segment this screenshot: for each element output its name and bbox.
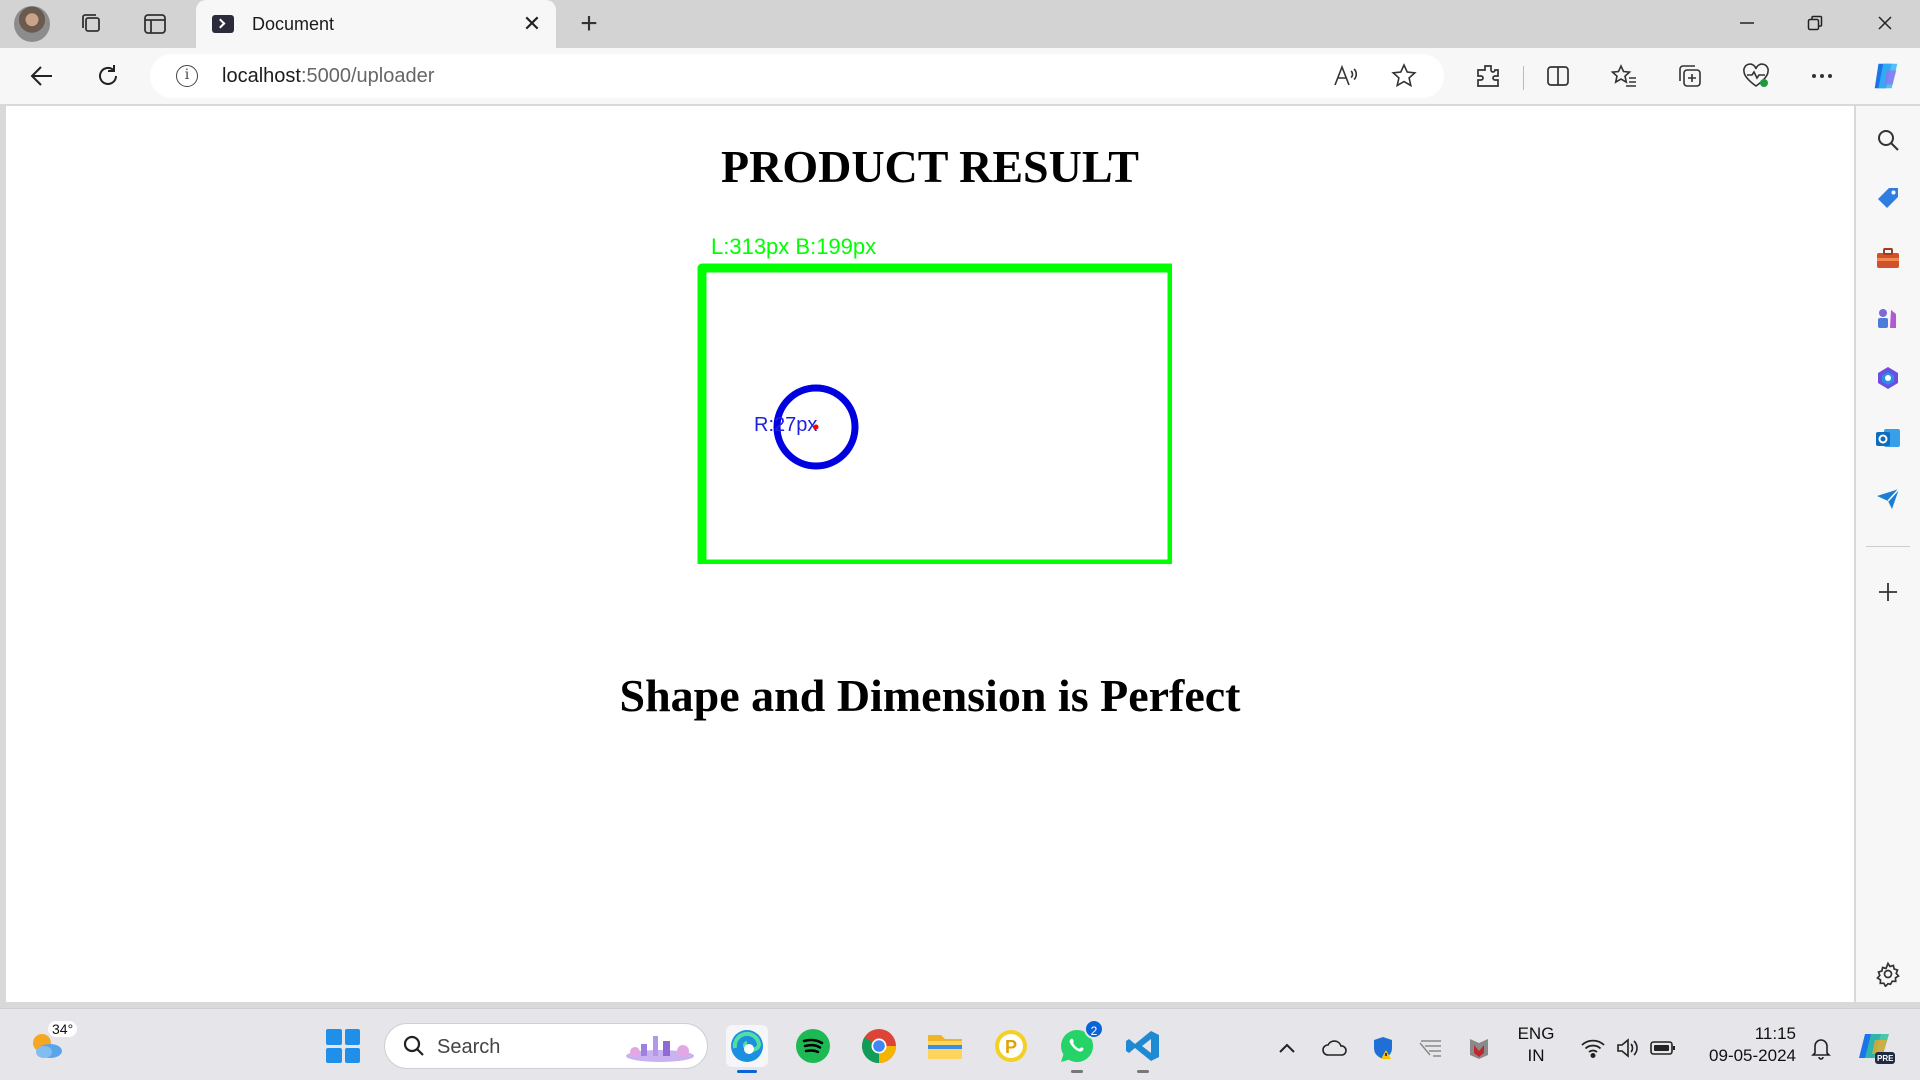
games-icon[interactable] bbox=[1870, 300, 1906, 336]
copilot-preview-icon[interactable]: PRE bbox=[1856, 1027, 1896, 1067]
chrome-taskbar-icon[interactable] bbox=[858, 1025, 900, 1067]
clock-date: 09-05-2024 bbox=[1709, 1046, 1796, 1065]
browser-essentials-icon[interactable] bbox=[1740, 60, 1772, 92]
shopping-tag-icon[interactable] bbox=[1870, 180, 1906, 216]
tab-title: Document bbox=[252, 13, 335, 34]
page-title: PRODUCT RESULT bbox=[721, 141, 1139, 192]
read-aloud-icon[interactable] bbox=[1330, 60, 1362, 92]
close-window-icon[interactable] bbox=[1852, 0, 1918, 46]
copilot-icon[interactable] bbox=[1870, 60, 1902, 92]
url-path: :5000/uploader bbox=[300, 65, 435, 87]
language-indicator[interactable]: ENG IN bbox=[1516, 1023, 1556, 1067]
sidebar-separator bbox=[1866, 546, 1910, 547]
language-code: ENG bbox=[1517, 1024, 1555, 1043]
site-info-icon[interactable]: i bbox=[176, 65, 198, 87]
minimize-icon[interactable] bbox=[1714, 0, 1780, 46]
send-icon[interactable] bbox=[1870, 480, 1906, 516]
system-clock[interactable]: 11:15 09-05-2024 bbox=[1696, 1023, 1796, 1067]
collections-icon[interactable] bbox=[1674, 60, 1706, 92]
volume-icon[interactable] bbox=[1612, 1033, 1642, 1063]
restore-icon[interactable] bbox=[1782, 0, 1848, 46]
more-menu-icon[interactable] bbox=[1806, 60, 1838, 92]
tools-icon[interactable] bbox=[1870, 240, 1906, 276]
whatsapp-taskbar-icon[interactable]: 2 bbox=[1056, 1019, 1104, 1073]
notification-disabled-icon[interactable] bbox=[1416, 1033, 1446, 1063]
page-viewport: PRODUCT RESULT L:313px B:199px R:27px Sh… bbox=[6, 106, 1854, 1002]
temperature-label: 34° bbox=[48, 1021, 78, 1037]
circle-radius-label: R:27px bbox=[754, 414, 817, 436]
svg-text:P: P bbox=[1005, 1037, 1017, 1057]
region-code: IN bbox=[1527, 1046, 1545, 1065]
back-icon[interactable] bbox=[24, 58, 60, 94]
refresh-icon[interactable] bbox=[90, 58, 126, 94]
new-tab-icon[interactable]: + bbox=[571, 6, 607, 42]
running-indicator bbox=[737, 1070, 757, 1073]
vscode-taskbar-icon[interactable] bbox=[1122, 1025, 1164, 1073]
edge-sidebar bbox=[1856, 106, 1920, 1002]
search-icon bbox=[403, 1035, 424, 1056]
clock-time: 11:15 bbox=[1754, 1024, 1796, 1043]
url-host: localhost bbox=[222, 65, 301, 87]
edge-taskbar-icon[interactable] bbox=[726, 1025, 768, 1073]
wifi-icon[interactable] bbox=[1578, 1033, 1608, 1063]
profile-avatar[interactable] bbox=[14, 6, 50, 42]
title-bar: Document ✕ + bbox=[0, 0, 1920, 48]
tab-document[interactable]: Document ✕ bbox=[196, 0, 556, 48]
extensions-icon[interactable] bbox=[1472, 60, 1504, 92]
taskbar-search[interactable]: Search bbox=[384, 1023, 708, 1069]
result-image: L:313px B:199px R:27px bbox=[697, 234, 1172, 564]
close-tab-icon[interactable]: ✕ bbox=[514, 6, 550, 42]
running-indicator bbox=[1137, 1070, 1149, 1073]
show-hidden-icons-chevron-icon[interactable] bbox=[1272, 1033, 1302, 1063]
battery-icon[interactable] bbox=[1648, 1033, 1678, 1063]
toolbar-separator bbox=[1523, 66, 1524, 90]
search-placeholder: Search bbox=[437, 1036, 501, 1058]
planner-taskbar-icon[interactable]: P bbox=[990, 1025, 1032, 1067]
search-highlight-art-icon bbox=[626, 1036, 694, 1062]
result-message: Shape and Dimension is Perfect bbox=[619, 670, 1241, 721]
split-screen-icon[interactable] bbox=[1542, 60, 1574, 92]
browser-toolbar: i localhost:5000/uploader bbox=[0, 48, 1920, 104]
tab-actions-icon[interactable] bbox=[137, 6, 173, 42]
favorites-icon[interactable] bbox=[1608, 60, 1640, 92]
file-explorer-taskbar-icon[interactable] bbox=[924, 1025, 966, 1067]
microsoft-365-icon[interactable] bbox=[1870, 360, 1906, 396]
svg-text:PRE: PRE bbox=[1877, 1054, 1894, 1063]
windows-security-icon[interactable] bbox=[1368, 1033, 1398, 1063]
settings-gear-icon[interactable] bbox=[1870, 956, 1906, 992]
notification-bell-icon[interactable] bbox=[1806, 1033, 1836, 1063]
workspaces-icon[interactable] bbox=[74, 6, 110, 42]
running-indicator bbox=[1071, 1070, 1083, 1073]
windows-taskbar: 34° Search P 2 ENG IN 11:15 09-05-2024 P… bbox=[0, 1008, 1920, 1080]
circle-center-dot bbox=[813, 424, 819, 430]
spotify-taskbar-icon[interactable] bbox=[792, 1025, 834, 1067]
address-bar[interactable]: i localhost:5000/uploader bbox=[150, 54, 1444, 98]
terminal-icon bbox=[212, 15, 234, 33]
search-icon[interactable] bbox=[1870, 122, 1906, 158]
url-text[interactable]: localhost:5000/uploader bbox=[222, 65, 434, 88]
onedrive-icon[interactable] bbox=[1320, 1033, 1350, 1063]
favorite-star-icon[interactable] bbox=[1388, 60, 1420, 92]
outlook-icon[interactable] bbox=[1870, 420, 1906, 456]
mcafee-icon[interactable] bbox=[1464, 1033, 1494, 1063]
windows-start-icon[interactable] bbox=[326, 1029, 360, 1063]
notification-badge: 2 bbox=[1084, 1019, 1104, 1039]
rect-dimension-label: L:313px B:199px bbox=[711, 234, 876, 259]
add-sidebar-app-icon[interactable] bbox=[1870, 574, 1906, 610]
